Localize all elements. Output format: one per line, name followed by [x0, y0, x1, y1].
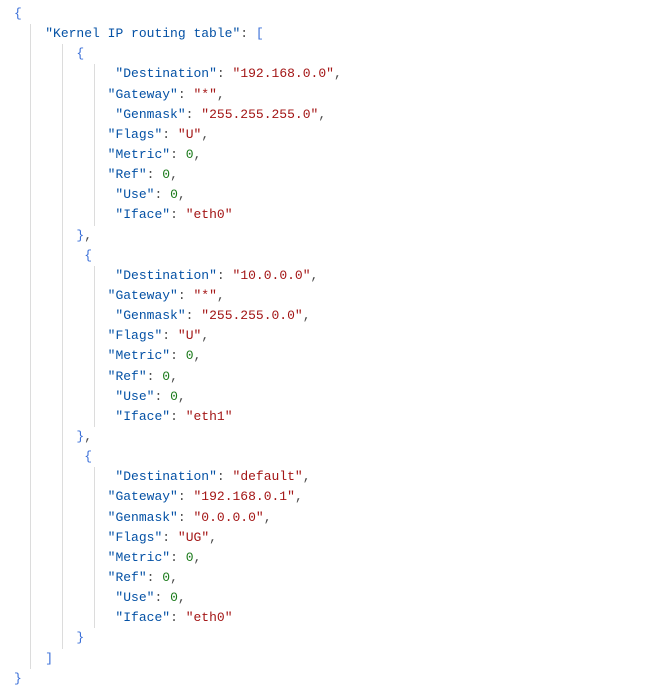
json-value: 192.168.0.1 — [201, 489, 287, 504]
code-line: { — [0, 246, 672, 266]
json-value: 0 — [162, 369, 170, 384]
json-key: Genmask — [115, 510, 170, 525]
json-value: * — [201, 87, 209, 102]
code-line: } — [0, 628, 672, 648]
code-line: "Use": 0, — [0, 588, 672, 608]
json-key: Ref — [115, 570, 138, 585]
json-key: Kernel IP routing table — [53, 26, 232, 41]
code-line: { — [0, 447, 672, 467]
code-line: "Destination": "default", — [0, 467, 672, 487]
json-value: 0 — [186, 348, 194, 363]
json-key: Metric — [115, 147, 162, 162]
code-line: "Gateway": "*", — [0, 286, 672, 306]
json-key: Flags — [115, 328, 154, 343]
code-line: "Iface": "eth0" — [0, 608, 672, 628]
code-line: "Iface": "eth0" — [0, 205, 672, 225]
json-value: UG — [186, 530, 202, 545]
json-key: Gateway — [115, 87, 170, 102]
json-value: 0 — [170, 590, 178, 605]
json-value: eth1 — [194, 409, 225, 424]
json-value: 0 — [162, 570, 170, 585]
code-line: "Iface": "eth1" — [0, 407, 672, 427]
code-line: "Metric": 0, — [0, 145, 672, 165]
json-value: 0 — [170, 187, 178, 202]
code-line: "Metric": 0, — [0, 548, 672, 568]
json-value: 255.255.255.0 — [209, 107, 310, 122]
json-value: 255.255.0.0 — [209, 308, 295, 323]
json-value: default — [240, 469, 295, 484]
code-line: "Gateway": "192.168.0.1", — [0, 487, 672, 507]
code-line: "Flags": "U", — [0, 326, 672, 346]
json-value: eth0 — [194, 610, 225, 625]
json-value: 10.0.0.0 — [240, 268, 302, 283]
code-line: { — [0, 4, 672, 24]
code-line: }, — [0, 427, 672, 447]
code-line: "Flags": "UG", — [0, 528, 672, 548]
json-key: Destination — [123, 66, 209, 81]
code-line: "Use": 0, — [0, 387, 672, 407]
json-key: Ref — [115, 369, 138, 384]
json-key: Metric — [115, 348, 162, 363]
code-line: ] — [0, 649, 672, 669]
json-value: 0.0.0.0 — [201, 510, 256, 525]
code-line: } — [0, 669, 672, 689]
json-key: Gateway — [115, 288, 170, 303]
json-key: Ref — [115, 167, 138, 182]
code-line: { — [0, 44, 672, 64]
code-line: "Genmask": "255.255.0.0", — [0, 306, 672, 326]
json-key: Destination — [123, 469, 209, 484]
code-line: "Use": 0, — [0, 185, 672, 205]
code-line: "Destination": "10.0.0.0", — [0, 266, 672, 286]
json-code-block: { "Kernel IP routing table": [ { "Destin… — [0, 4, 672, 689]
code-line: }, — [0, 226, 672, 246]
json-key: Iface — [123, 610, 162, 625]
json-value: U — [186, 328, 194, 343]
json-key: Use — [123, 590, 146, 605]
json-value: 192.168.0.0 — [240, 66, 326, 81]
code-line: "Ref": 0, — [0, 568, 672, 588]
json-value: eth0 — [194, 207, 225, 222]
code-line: "Flags": "U", — [0, 125, 672, 145]
json-value: 0 — [162, 167, 170, 182]
json-key: Use — [123, 187, 146, 202]
json-key: Flags — [115, 127, 154, 142]
code-line: "Destination": "192.168.0.0", — [0, 64, 672, 84]
code-line: "Gateway": "*", — [0, 85, 672, 105]
code-line: "Genmask": "255.255.255.0", — [0, 105, 672, 125]
json-key: Genmask — [123, 308, 178, 323]
json-value: 0 — [186, 550, 194, 565]
json-key: Use — [123, 389, 146, 404]
json-value: * — [201, 288, 209, 303]
json-value: U — [186, 127, 194, 142]
code-line: "Genmask": "0.0.0.0", — [0, 508, 672, 528]
code-line: "Ref": 0, — [0, 367, 672, 387]
json-key: Gateway — [115, 489, 170, 504]
json-value: 0 — [170, 389, 178, 404]
json-key: Metric — [115, 550, 162, 565]
code-line: "Metric": 0, — [0, 346, 672, 366]
json-key: Flags — [115, 530, 154, 545]
json-value: 0 — [186, 147, 194, 162]
json-key: Genmask — [123, 107, 178, 122]
json-key: Destination — [123, 268, 209, 283]
code-line: "Kernel IP routing table": [ — [0, 24, 672, 44]
code-line: "Ref": 0, — [0, 165, 672, 185]
json-key: Iface — [123, 207, 162, 222]
json-key: Iface — [123, 409, 162, 424]
